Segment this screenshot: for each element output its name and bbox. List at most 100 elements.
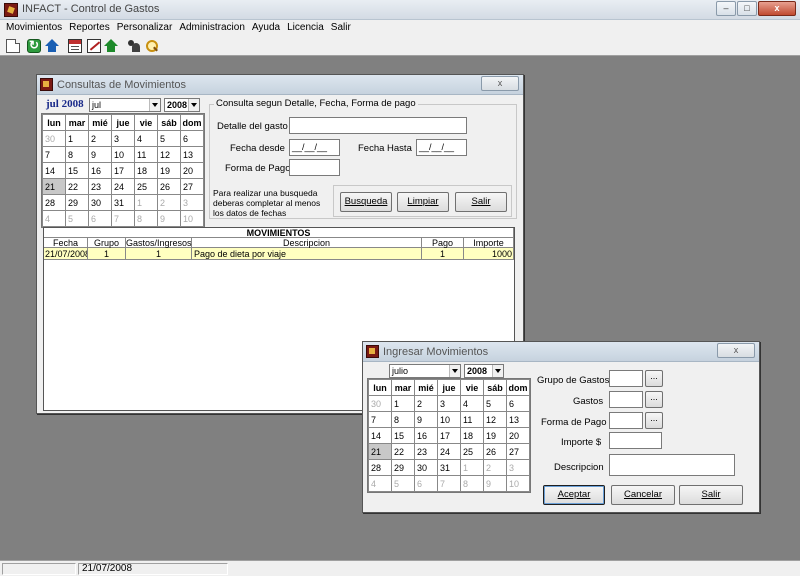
- calendar-day[interactable]: 1: [65, 130, 89, 147]
- calendar-day[interactable]: 2: [414, 395, 438, 412]
- calendar-day[interactable]: 14: [368, 427, 392, 444]
- edit-icon[interactable]: [87, 39, 101, 53]
- calendar-day[interactable]: 17: [111, 162, 135, 179]
- calendar-day[interactable]: 28: [42, 194, 66, 211]
- calendar-day[interactable]: 3: [111, 130, 135, 147]
- col-importe[interactable]: Importe: [464, 238, 514, 248]
- menu-personalizar[interactable]: Personalizar: [115, 20, 178, 36]
- calendar-day[interactable]: 3: [437, 395, 461, 412]
- calendar-day[interactable]: 6: [506, 395, 530, 412]
- calendar-day[interactable]: 16: [88, 162, 112, 179]
- calendar-day[interactable]: 4: [134, 130, 158, 147]
- menu-salir[interactable]: Salir: [329, 20, 356, 36]
- ingresar-salir-button[interactable]: Salir: [679, 485, 743, 505]
- ingresar-close-button[interactable]: x: [717, 343, 755, 358]
- calendar-day[interactable]: 21: [368, 443, 392, 460]
- month-select[interactable]: julio: [389, 364, 461, 378]
- calendar-day[interactable]: 15: [391, 427, 415, 444]
- forma-pago-browse-button[interactable]: ...: [645, 412, 663, 429]
- col-fecha[interactable]: Fecha: [44, 238, 88, 248]
- calendar-day[interactable]: 16: [414, 427, 438, 444]
- minimize-button[interactable]: –: [716, 1, 736, 16]
- cancelar-button[interactable]: Cancelar: [611, 485, 675, 505]
- home-green-icon[interactable]: [104, 39, 118, 53]
- calendar-day[interactable]: 12: [483, 411, 507, 428]
- menu-licencia[interactable]: Licencia: [285, 20, 329, 36]
- calendar-day[interactable]: 23: [88, 178, 112, 195]
- calendar-day[interactable]: 27: [506, 443, 530, 460]
- cell-pago[interactable]: 1: [422, 248, 464, 260]
- calendar-day[interactable]: 12: [157, 146, 181, 163]
- cell-gastos[interactable]: 1: [126, 248, 192, 260]
- col-pago[interactable]: Pago: [422, 238, 464, 248]
- calendar-day[interactable]: 8: [65, 146, 89, 163]
- calendar-day[interactable]: 7: [437, 475, 461, 492]
- calendar-day[interactable]: 18: [460, 427, 484, 444]
- calendar-day[interactable]: 30: [42, 130, 66, 147]
- calendar-day[interactable]: 1: [460, 459, 484, 476]
- calendar-day[interactable]: 23: [414, 443, 438, 460]
- menu-movimientos[interactable]: Movimientos: [4, 20, 67, 36]
- calendar-day[interactable]: 8: [460, 475, 484, 492]
- calendar-day[interactable]: 9: [157, 210, 181, 227]
- calendar-day[interactable]: 10: [111, 146, 135, 163]
- calendar-day[interactable]: 26: [157, 178, 181, 195]
- calendar-day[interactable]: 2: [88, 130, 112, 147]
- calendar-day[interactable]: 29: [391, 459, 415, 476]
- menu-reportes[interactable]: Reportes: [67, 20, 115, 36]
- calendar-day[interactable]: 6: [88, 210, 112, 227]
- calendar-day[interactable]: 2: [157, 194, 181, 211]
- calendar-day[interactable]: 18: [134, 162, 158, 179]
- cell-importe[interactable]: 1000: [464, 248, 514, 260]
- calendar-day[interactable]: 17: [437, 427, 461, 444]
- calendar-day[interactable]: 19: [483, 427, 507, 444]
- consultas-close-button[interactable]: x: [481, 76, 519, 91]
- calendar-day[interactable]: 25: [460, 443, 484, 460]
- calendar-day[interactable]: 10: [506, 475, 530, 492]
- cell-descripcion[interactable]: Pago de dieta por viaje: [192, 248, 422, 260]
- calendar-day[interactable]: 20: [180, 162, 204, 179]
- cell-fecha[interactable]: 21/07/2008: [44, 248, 88, 260]
- calendar-day[interactable]: 25: [134, 178, 158, 195]
- col-grupo[interactable]: Grupo: [88, 238, 126, 248]
- limpiar-button[interactable]: Limpiar: [397, 192, 449, 212]
- calendar-day[interactable]: 31: [437, 459, 461, 476]
- close-button[interactable]: x: [758, 1, 796, 16]
- cell-grupo[interactable]: 1: [88, 248, 126, 260]
- calendar-day[interactable]: 4: [368, 475, 392, 492]
- month-select[interactable]: jul: [89, 98, 161, 112]
- calendar-day[interactable]: 24: [111, 178, 135, 195]
- calendar-day[interactable]: 9: [483, 475, 507, 492]
- gastos-browse-button[interactable]: ...: [645, 391, 663, 408]
- forma-pago-input[interactable]: [289, 159, 340, 176]
- calendar-consultas[interactable]: lun mar mié jue vie sáb dom 30 1 2 3 4 5 6 7 8 9 10 11 12 13…: [41, 113, 205, 228]
- calendar-day[interactable]: 29: [65, 194, 89, 211]
- calendar-day[interactable]: 30: [414, 459, 438, 476]
- calendar-day[interactable]: 2: [483, 459, 507, 476]
- busqueda-button[interactable]: Busqueda: [340, 192, 392, 212]
- search-icon[interactable]: [145, 39, 159, 53]
- col-descripcion[interactable]: Descripcion: [192, 238, 422, 248]
- fecha-hasta-input[interactable]: __/__/__: [416, 139, 467, 156]
- gastos-input[interactable]: [609, 391, 643, 408]
- fecha-desde-input[interactable]: __/__/__: [289, 139, 340, 156]
- descripcion-input[interactable]: [609, 454, 735, 476]
- calendar-day[interactable]: 11: [134, 146, 158, 163]
- calendar-day[interactable]: 6: [414, 475, 438, 492]
- refresh-icon[interactable]: [27, 38, 41, 53]
- calendar-day[interactable]: 5: [65, 210, 89, 227]
- year-select[interactable]: 2008: [164, 98, 200, 112]
- grupo-gastos-browse-button[interactable]: ...: [645, 370, 663, 387]
- year-select[interactable]: 2008: [464, 364, 504, 378]
- calendar-day[interactable]: 10: [437, 411, 461, 428]
- calendar-day[interactable]: 8: [134, 210, 158, 227]
- detalle-input[interactable]: [289, 117, 467, 134]
- new-document-icon[interactable]: [6, 39, 20, 53]
- maximize-button[interactable]: □: [737, 1, 757, 16]
- calendar-day[interactable]: 10: [180, 210, 204, 227]
- calendar-day[interactable]: 6: [180, 130, 204, 147]
- grupo-gastos-input[interactable]: [609, 370, 643, 387]
- calendar-day[interactable]: 4: [42, 210, 66, 227]
- users-icon[interactable]: [127, 39, 141, 53]
- calendar-day[interactable]: 30: [368, 395, 392, 412]
